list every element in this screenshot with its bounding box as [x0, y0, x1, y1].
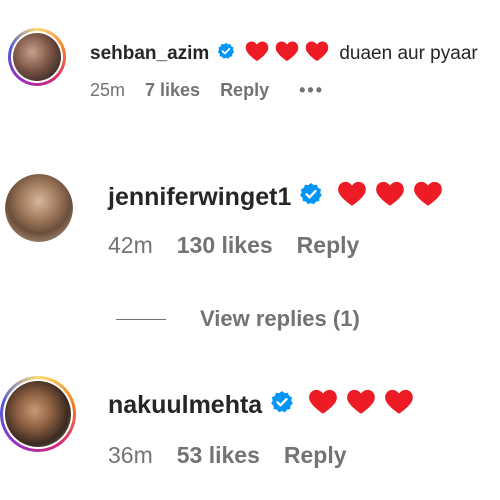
likes-count[interactable]: 7 likes: [145, 80, 200, 101]
reply-button[interactable]: Reply: [284, 442, 347, 469]
heart-icon: [413, 180, 443, 214]
avatar[interactable]: [0, 376, 76, 452]
reply-button[interactable]: Reply: [220, 80, 269, 101]
avatar[interactable]: [5, 174, 73, 242]
heart-icon: [308, 388, 338, 422]
heart-icon: [375, 180, 405, 214]
heart-icon: [245, 40, 269, 68]
reply-button[interactable]: Reply: [297, 232, 360, 259]
view-replies-label: View replies (1): [200, 306, 360, 331]
view-replies-divider: [116, 318, 166, 320]
avatar[interactable]: [8, 28, 66, 86]
avatar-photo: [5, 174, 73, 242]
timestamp: 25m: [90, 80, 126, 100]
timestamp: 42m: [108, 232, 153, 258]
comment-item: sehban_azim duaen aur pyaar 25m 7 likes …: [0, 0, 500, 110]
likes-count[interactable]: 53 likes: [177, 442, 260, 469]
likes-count[interactable]: 130 likes: [177, 232, 273, 259]
view-replies-button[interactable]: View replies (1): [116, 306, 360, 332]
username[interactable]: nakuulmehta: [108, 391, 262, 420]
avatar-photo: [5, 381, 71, 447]
comment-item: nakuulmehta 36m 53 likes Reply: [0, 370, 500, 490]
heart-icon: [275, 40, 299, 68]
heart-icon: [337, 180, 367, 214]
username[interactable]: sehban_azim: [90, 43, 209, 65]
comment-text: duaen aur pyaar: [339, 43, 478, 64]
more-options-icon[interactable]: •••: [299, 80, 324, 101]
timestamp: 36m: [108, 442, 153, 468]
heart-icon: [384, 388, 414, 422]
comment-item: jenniferwinget1 42m 130 likes Reply View…: [0, 160, 500, 340]
username[interactable]: jenniferwinget1: [108, 183, 291, 212]
verified-badge-icon: [270, 390, 294, 421]
heart-icon: [305, 40, 329, 68]
heart-icon: [346, 388, 376, 422]
verified-badge-icon: [217, 42, 235, 66]
avatar-photo: [13, 33, 61, 81]
verified-badge-icon: [299, 182, 323, 213]
